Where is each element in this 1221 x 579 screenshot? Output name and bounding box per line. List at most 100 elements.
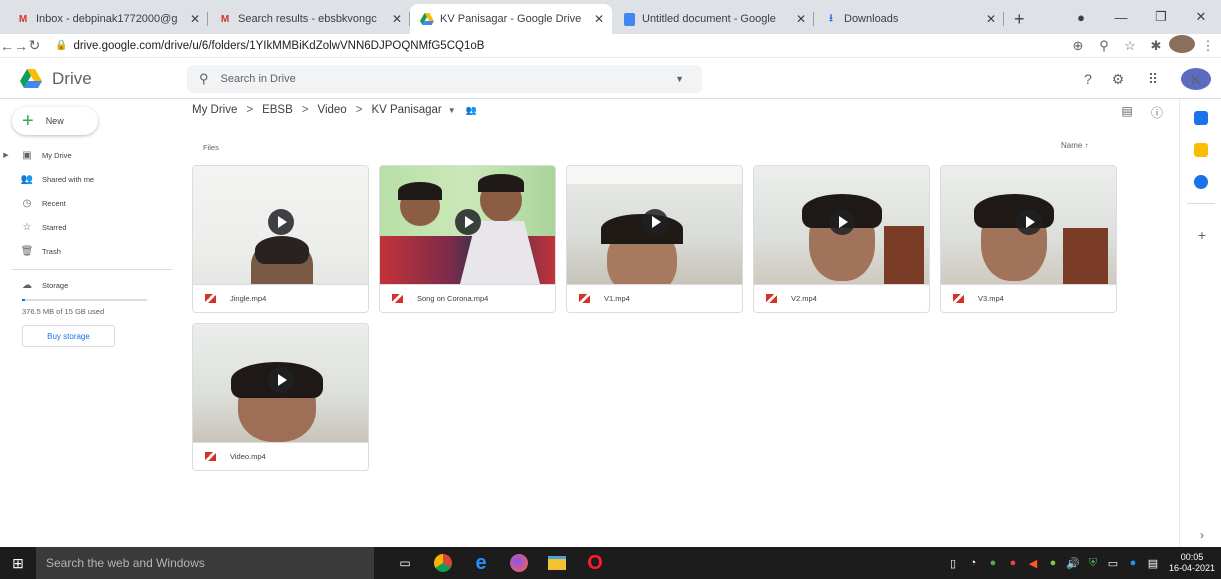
play-icon[interactable] (267, 367, 294, 393)
volume-icon[interactable]: 🔊 (1063, 557, 1083, 570)
arrow-up-icon[interactable]: ↑ (1085, 141, 1089, 150)
breadcrumb-item[interactable]: My Drive (192, 104, 237, 116)
back-icon[interactable]: ← (0, 38, 14, 54)
chrome-icon[interactable] (424, 547, 462, 579)
sidebar-item-trash[interactable]: 🗑 Trash (0, 240, 170, 262)
file-name: Video.mp4 (230, 452, 266, 461)
drive-logo-icon[interactable] (20, 68, 42, 89)
new-tab-button[interactable]: + (1004, 4, 1035, 34)
search-options-icon[interactable]: ▼ (675, 74, 684, 84)
breadcrumb-item[interactable]: EBSB (262, 104, 293, 116)
sidebar-item-recent[interactable]: ◷ Recent (0, 192, 170, 214)
url-text: drive.google.com/drive/u/6/folders/1YIkM… (73, 39, 485, 52)
add-addon-icon[interactable]: + (1194, 227, 1210, 243)
file-name: Jingle.mp4 (230, 294, 267, 303)
network-icon[interactable]: ▭ (1103, 557, 1123, 570)
file-card[interactable]: V1.mp4 (566, 165, 743, 313)
calendar-icon[interactable] (1194, 111, 1208, 125)
settings-gear-icon[interactable]: ⚙ (1103, 71, 1133, 88)
folder-menu-icon[interactable]: ▼ (448, 106, 456, 115)
profile-dot-icon[interactable]: ● (1061, 10, 1101, 25)
tab-inbox[interactable]: M Inbox - debpinak1772000@g ✕ (6, 4, 208, 34)
taskbar-search-input[interactable]: Search the web and Windows (36, 547, 374, 579)
tab-close-icon[interactable]: ✕ (986, 12, 996, 26)
tab-title: Untitled document - Google (642, 13, 776, 25)
file-card[interactable]: Song on Corona.mp4 (379, 165, 556, 313)
list-view-icon[interactable]: ▤ (1112, 104, 1142, 121)
tab-drive[interactable]: KV Panisagar - Google Drive ✕ (410, 4, 612, 34)
tray-app-icon[interactable]: ◀ (1023, 557, 1043, 570)
task-view-icon[interactable]: ▭ (386, 547, 424, 579)
opera-icon[interactable]: O (576, 547, 614, 579)
tray-app-icon[interactable]: ● (983, 557, 1003, 569)
search-icon[interactable]: ⚲ (199, 71, 209, 87)
play-icon[interactable] (454, 209, 481, 235)
keep-icon[interactable] (1194, 143, 1208, 157)
tray-app-icon[interactable]: ◔ (963, 557, 983, 569)
address-bar[interactable]: 🔒 drive.google.com/drive/u/6/folders/1YI… (47, 36, 1057, 56)
file-card[interactable]: V2.mp4 (753, 165, 930, 313)
account-avatar[interactable]: K (1181, 68, 1211, 90)
file-footer: Video.mp4 (193, 442, 368, 470)
sidebar-item-starred[interactable]: ☆ Starred (0, 216, 170, 238)
tab-close-icon[interactable]: ✕ (594, 12, 604, 26)
new-button[interactable]: + New (12, 107, 98, 135)
tray-app-icon[interactable]: ● (1123, 557, 1143, 569)
apps-grid-icon[interactable]: ⠿ (1133, 71, 1173, 88)
menu-icon[interactable]: ⋮ (1195, 38, 1221, 54)
chevron-right-icon: > (301, 104, 309, 116)
firefox-icon[interactable] (500, 547, 538, 579)
taskbar-clock[interactable]: 00:05 16-04-2021 (1163, 552, 1221, 574)
windows-start-icon[interactable]: ⊞ (0, 547, 36, 579)
profile-avatar[interactable] (1169, 35, 1195, 56)
tab-close-icon[interactable]: ✕ (796, 12, 806, 26)
play-icon[interactable] (641, 209, 668, 235)
restore-icon[interactable]: ❐ (1141, 9, 1181, 25)
tray-app-icon[interactable]: ● (1003, 557, 1023, 569)
close-window-icon[interactable]: ✕ (1181, 9, 1221, 25)
reload-icon[interactable]: ↻ (28, 37, 41, 54)
search-input[interactable]: ⚲ Search in Drive ▼ (187, 65, 702, 93)
edge-icon[interactable]: e (462, 547, 500, 579)
info-icon[interactable]: ⓘ (1142, 104, 1172, 121)
breadcrumb-item[interactable]: Video (318, 104, 347, 116)
drive-brand[interactable]: Drive (52, 69, 92, 89)
breadcrumb-current[interactable]: KV Panisagar (371, 104, 441, 116)
file-explorer-icon[interactable] (538, 547, 576, 579)
play-icon[interactable] (267, 209, 294, 235)
tab-docs[interactable]: Untitled document - Google ✕ (612, 4, 814, 34)
tray-app-icon[interactable]: ● (1043, 557, 1063, 569)
sidebar-item-storage[interactable]: ☁ Storage (0, 274, 170, 296)
forward-icon[interactable]: → (14, 38, 28, 54)
translate-icon[interactable]: ⊕ (1065, 38, 1091, 54)
sort-label: Name (1061, 141, 1083, 150)
file-card[interactable]: Video.mp4 (192, 323, 369, 471)
tasks-icon[interactable] (1194, 175, 1208, 189)
play-icon[interactable] (1015, 209, 1042, 235)
tray-app-icon[interactable]: ▯ (943, 557, 963, 570)
shared-folder-icon[interactable]: 👥 (466, 105, 477, 116)
sidebar-item-shared-with-me[interactable]: 👥 Shared with me (0, 168, 170, 190)
clock-icon: ◷ (22, 197, 32, 209)
sidebar: + New ▶ ▣ My Drive 👥 Shared with me ◷ Re… (0, 99, 180, 547)
tab-downloads[interactable]: ⭳ Downloads ✕ (814, 4, 1004, 34)
tab-close-icon[interactable]: ✕ (190, 12, 200, 26)
buy-storage-button[interactable]: Buy storage (22, 325, 115, 347)
bookmark-star-icon[interactable]: ☆ (1117, 38, 1143, 54)
extensions-icon[interactable]: ✱ (1143, 38, 1169, 54)
security-shield-icon[interactable]: ⛨ (1083, 557, 1103, 570)
minimize-icon[interactable]: — (1101, 10, 1141, 25)
sort-by-name[interactable]: Name ↑ (1061, 141, 1089, 150)
expand-arrow-icon[interactable]: ▶ (0, 151, 12, 159)
file-card[interactable]: Jingle.mp4 (192, 165, 369, 313)
sidebar-item-my-drive[interactable]: ▶ ▣ My Drive (0, 144, 170, 166)
expand-panel-icon[interactable]: › (1194, 527, 1210, 543)
notifications-icon[interactable]: ▤ (1143, 557, 1163, 570)
help-icon[interactable]: ? (1073, 71, 1103, 87)
zoom-icon[interactable]: ⚲ (1091, 38, 1117, 54)
tab-close-icon[interactable]: ✕ (392, 12, 402, 26)
play-icon[interactable] (828, 209, 855, 235)
tab-search-results[interactable]: M Search results - ebsbkvongc ✕ (208, 4, 410, 34)
file-card[interactable]: V3.mp4 (940, 165, 1117, 313)
lock-icon[interactable]: 🔒 (55, 40, 67, 51)
